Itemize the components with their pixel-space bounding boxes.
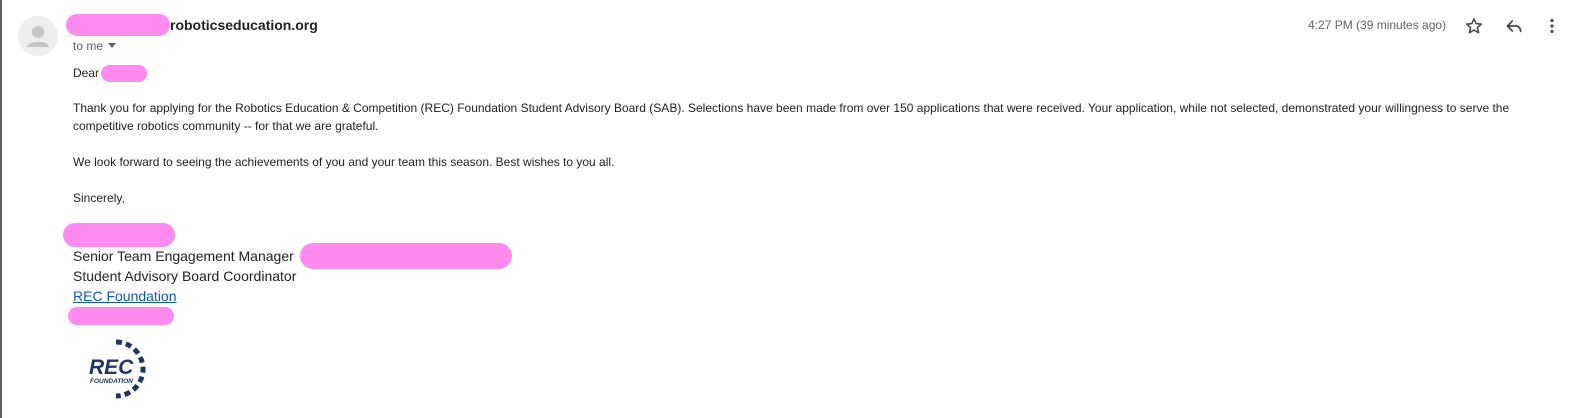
redacted-phone xyxy=(68,307,174,325)
person-avatar-icon xyxy=(27,26,49,47)
redacted-signer-details xyxy=(300,243,512,269)
rec-foundation-link[interactable]: REC Foundation xyxy=(73,288,177,304)
recipient-details-toggle[interactable]: to me xyxy=(73,39,117,53)
redacted-recipient-name xyxy=(101,65,147,82)
to-me-label: to me xyxy=(73,39,104,53)
redacted-signer-name xyxy=(63,223,175,247)
window-left-edge xyxy=(0,0,2,418)
reply-icon xyxy=(1506,20,1522,33)
rec-foundation-logo: REC FOUNDATION xyxy=(86,338,152,400)
more-vert-icon xyxy=(1550,19,1554,33)
star-icon xyxy=(1465,18,1483,34)
paragraph-1: Thank you for applying for the Robotics … xyxy=(73,101,1510,133)
closing: Sincerely, xyxy=(73,191,125,205)
signature-title: Senior Team Engagement Manager xyxy=(73,248,294,264)
signature-role: Student Advisory Board Coordinator xyxy=(73,268,297,284)
paragraph-2: We look forward to seeing the achievemen… xyxy=(73,155,615,169)
star-button[interactable] xyxy=(1462,14,1486,38)
redacted-sender-name xyxy=(66,14,170,36)
logo-text-main: REC xyxy=(89,356,134,379)
message-timestamp: 4:27 PM (39 minutes ago) xyxy=(1308,18,1447,32)
sender-email-domain[interactable]: roboticseducation.org xyxy=(170,17,318,33)
greeting: Dear xyxy=(73,66,100,80)
sender-avatar[interactable] xyxy=(18,16,58,56)
chevron-down-icon xyxy=(108,43,117,49)
gear-logo-icon: REC FOUNDATION xyxy=(89,339,146,399)
logo-text-sub: FOUNDATION xyxy=(90,378,133,385)
reply-button[interactable] xyxy=(1502,14,1526,38)
more-options-button[interactable] xyxy=(1540,14,1564,38)
